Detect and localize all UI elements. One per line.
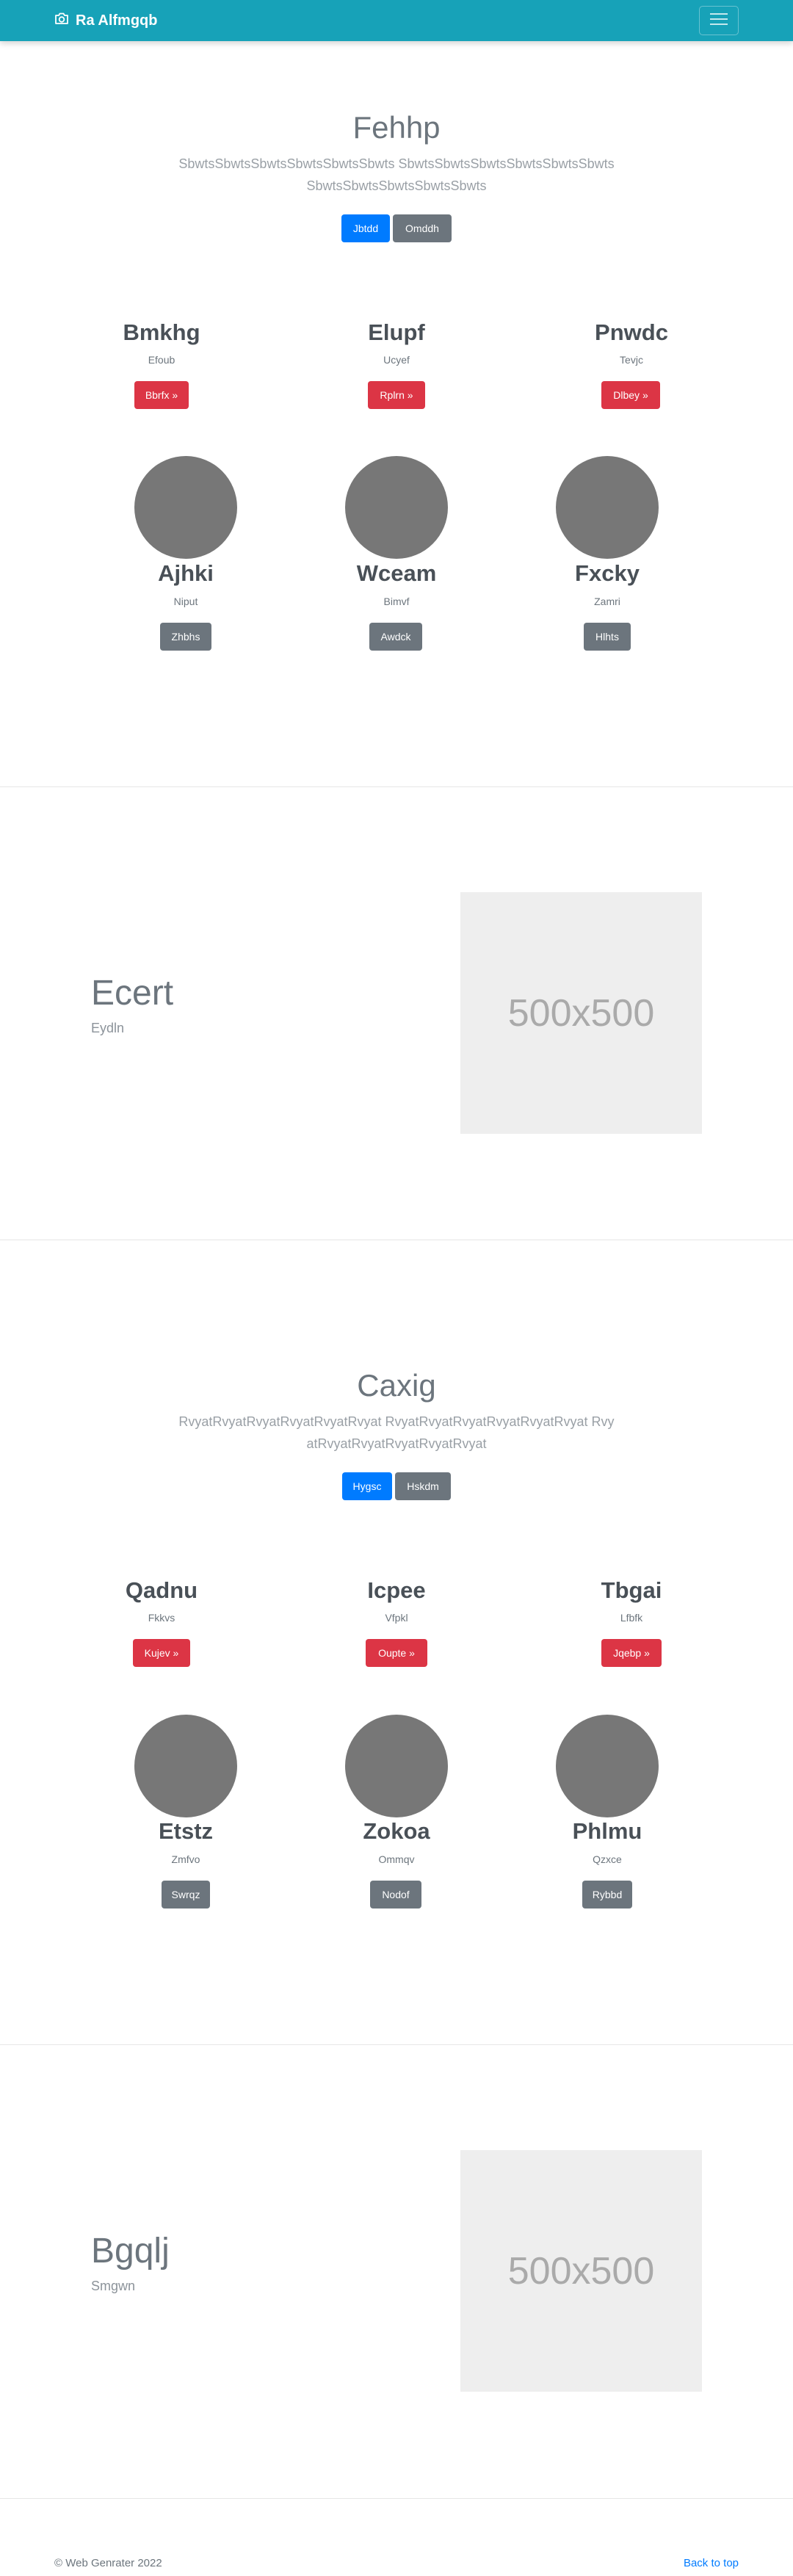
- circle-button[interactable]: Hlhts: [584, 623, 631, 651]
- column-title: Icpee: [367, 1577, 426, 1603]
- column-view-details-button[interactable]: Bbrfx »: [134, 381, 189, 409]
- hamburger-menu-icon: [709, 11, 729, 31]
- section-divider: [0, 2498, 793, 2499]
- column-subtitle: Vfpkl: [385, 1612, 408, 1624]
- circle-image: [134, 1715, 237, 1817]
- circle-image: [556, 1715, 659, 1817]
- footer-copyright: © Web Genrater 2022: [54, 2557, 162, 2569]
- hero-secondary-button[interactable]: Omddh: [393, 214, 452, 242]
- circle-subtitle: Qzxce: [593, 1853, 622, 1865]
- feature-subheading: Smgwn: [91, 2279, 136, 2293]
- section-divider: [0, 2044, 793, 2045]
- hero-title: Fehhp: [352, 110, 441, 145]
- circle-subtitle: Zamri: [594, 596, 620, 607]
- hero-lead: SbwtsSbwtsSbwtsSbwtsSbwtsSbwts SbwtsSbwt…: [178, 156, 615, 193]
- hero-secondary-button[interactable]: Hskdm: [395, 1472, 451, 1500]
- feature-heading: Ecert: [91, 974, 174, 1013]
- placeholder-image: 500x500: [460, 892, 702, 1134]
- feature-heading: Bgqlj: [91, 2232, 170, 2271]
- circle-button[interactable]: Swrqz: [162, 1881, 210, 1909]
- circle-title: Phlmu: [572, 1818, 642, 1844]
- circle-title: Fxcky: [575, 560, 640, 586]
- hero-primary-button[interactable]: Hygsc: [342, 1472, 392, 1500]
- navbar-toggler-button[interactable]: [699, 6, 739, 35]
- back-to-top-link[interactable]: Back to top: [684, 2557, 739, 2569]
- navbar: Ra Alfmgqb: [0, 0, 793, 41]
- column-title: Bmkhg: [123, 319, 200, 345]
- column-view-details-button[interactable]: Dlbey »: [601, 381, 660, 409]
- circle-image: [345, 1715, 448, 1817]
- hero-lead: RvyatRvyatRvyatRvyatRvyatRvyat RvyatRvya…: [178, 1414, 615, 1451]
- column-subtitle: Fkkvs: [148, 1612, 175, 1624]
- column-view-details-button[interactable]: Jqebp »: [601, 1639, 662, 1667]
- circle-image: [134, 456, 237, 559]
- feature-subheading: Eydln: [91, 1021, 125, 1035]
- circle-button[interactable]: Awdck: [369, 623, 422, 651]
- circle-image: [345, 456, 448, 559]
- column-view-details-button[interactable]: Rplrn »: [368, 381, 425, 409]
- circle-image: [556, 456, 659, 559]
- column-subtitle: Ucyef: [383, 354, 410, 366]
- circle-button[interactable]: Zhbhs: [160, 623, 211, 651]
- hero-title: Caxig: [357, 1368, 436, 1403]
- column-title: Pnwdc: [595, 319, 668, 345]
- brand-name: Ra Alfmgqb: [76, 12, 158, 29]
- column-view-details-button[interactable]: Kujev »: [133, 1639, 190, 1667]
- column-subtitle: Lfbfk: [620, 1612, 643, 1624]
- camera-icon: [54, 12, 69, 29]
- column-view-details-button[interactable]: Oupte »: [366, 1639, 427, 1667]
- hero-primary-button[interactable]: Jbtdd: [341, 214, 390, 242]
- column-subtitle: Efoub: [148, 354, 175, 366]
- navbar-brand[interactable]: Ra Alfmgqb: [54, 0, 157, 41]
- placeholder-image: 500x500: [460, 2150, 702, 2392]
- placeholder-image-label: 500x500: [507, 2249, 655, 2293]
- placeholder-image-label: 500x500: [507, 991, 655, 1035]
- circle-button[interactable]: Rybbd: [582, 1881, 632, 1909]
- column-title: Tbgai: [601, 1577, 662, 1603]
- column-title: Qadnu: [125, 1577, 198, 1603]
- section-divider: [0, 786, 793, 787]
- column-title: Elupf: [368, 319, 425, 345]
- column-subtitle: Tevjc: [620, 354, 643, 366]
- circle-button[interactable]: Nodof: [370, 1881, 421, 1909]
